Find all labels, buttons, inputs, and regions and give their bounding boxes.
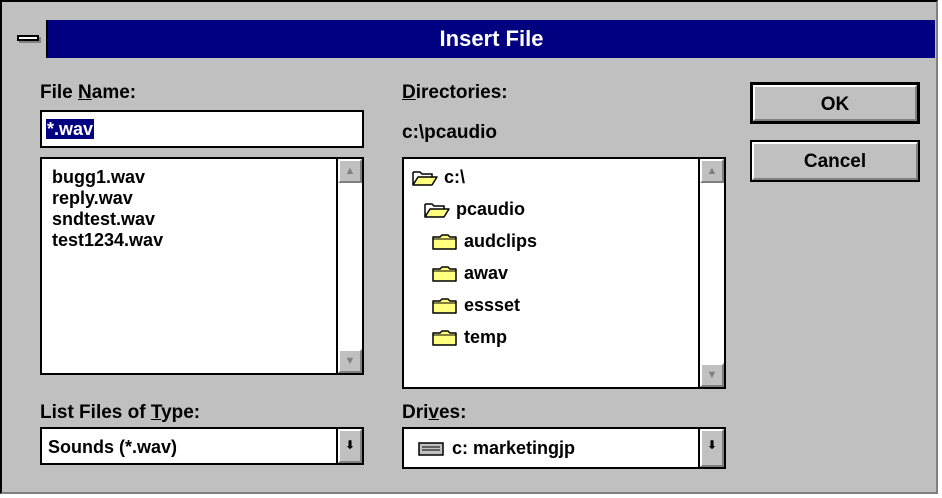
directory-item[interactable]: awav [432, 263, 508, 284]
title-bar: Insert File [10, 20, 935, 58]
drives-combo[interactable]: c: marketingjp ⬇ [402, 427, 726, 469]
directory-item[interactable]: essset [432, 295, 520, 316]
file-list[interactable]: bugg1.wav reply.wav sndtest.wav test1234.wa… [40, 157, 364, 375]
dropdown-arrow-icon: ⬇ [700, 429, 724, 467]
scroll-track[interactable] [700, 183, 724, 363]
file-list-item[interactable]: sndtest.wav [52, 209, 163, 230]
directory-list-scrollbar[interactable]: ▲ ▼ [698, 159, 724, 387]
directory-item[interactable]: c:\ [412, 167, 465, 188]
directory-item-label: temp [464, 327, 508, 347]
cancel-button-label: Cancel [803, 151, 867, 172]
directory-item-label: c:\ [444, 167, 466, 187]
directory-item-label: awav [464, 263, 509, 283]
scroll-up-icon[interactable]: ▲ [700, 159, 724, 183]
file-name-value: *.wav [46, 119, 95, 139]
directory-item[interactable]: audclips [432, 231, 537, 252]
file-name-input[interactable]: *.wav [40, 110, 364, 148]
dropdown-arrow-icon: ⬇ [338, 429, 362, 463]
folder-icon [432, 297, 457, 315]
directory-item[interactable]: temp [432, 327, 507, 348]
open-folder-icon [424, 201, 450, 219]
drive-icon [418, 441, 444, 456]
file-list-scrollbar[interactable]: ▲ ▼ [336, 159, 362, 373]
file-type-dropdown-button[interactable]: ⬇ [336, 429, 362, 463]
scroll-track[interactable] [338, 183, 362, 349]
file-list-item[interactable]: bugg1.wav [52, 167, 163, 188]
directory-item-label: pcaudio [456, 199, 526, 219]
current-directory: c:\pcaudio [402, 122, 498, 143]
scroll-down-icon[interactable]: ▼ [338, 349, 362, 373]
folder-icon [432, 265, 457, 283]
drives-label: Drives: [402, 402, 467, 423]
open-folder-icon [412, 169, 438, 187]
drives-dropdown-button[interactable]: ⬇ [698, 429, 724, 467]
insert-file-dialog: Insert File File Name: *.wav bugg1.wav re… [0, 0, 938, 494]
system-menu-button[interactable] [10, 20, 48, 58]
directories-label: Directories: [402, 82, 508, 103]
window-title: Insert File [439, 26, 544, 51]
file-type-combo[interactable]: Sounds (*.wav) ⬇ [40, 427, 364, 465]
directory-item-label: audclips [464, 231, 538, 251]
file-list-item[interactable]: reply.wav [52, 188, 163, 209]
directory-list[interactable]: c:\ pcaudio audclips awav essset temp ▲ ▼ [402, 157, 726, 389]
folder-icon [432, 233, 457, 251]
cancel-button[interactable]: Cancel [750, 140, 920, 182]
scroll-down-icon[interactable]: ▼ [700, 363, 724, 387]
directory-item[interactable]: pcaudio [424, 199, 525, 220]
file-name-label: File Name: [40, 82, 137, 103]
scroll-up-icon[interactable]: ▲ [338, 159, 362, 183]
directory-item-label: essset [464, 295, 521, 315]
file-list-item[interactable]: test1234.wav [52, 230, 163, 251]
ok-button[interactable]: OK [750, 82, 920, 124]
file-type-label: List Files of Type: [40, 402, 201, 423]
file-type-value: Sounds (*.wav) [48, 437, 178, 457]
system-menu-icon [17, 35, 39, 41]
drives-value: c: marketingjp [452, 438, 576, 458]
folder-icon [432, 329, 457, 347]
ok-button-label: OK [820, 94, 850, 115]
